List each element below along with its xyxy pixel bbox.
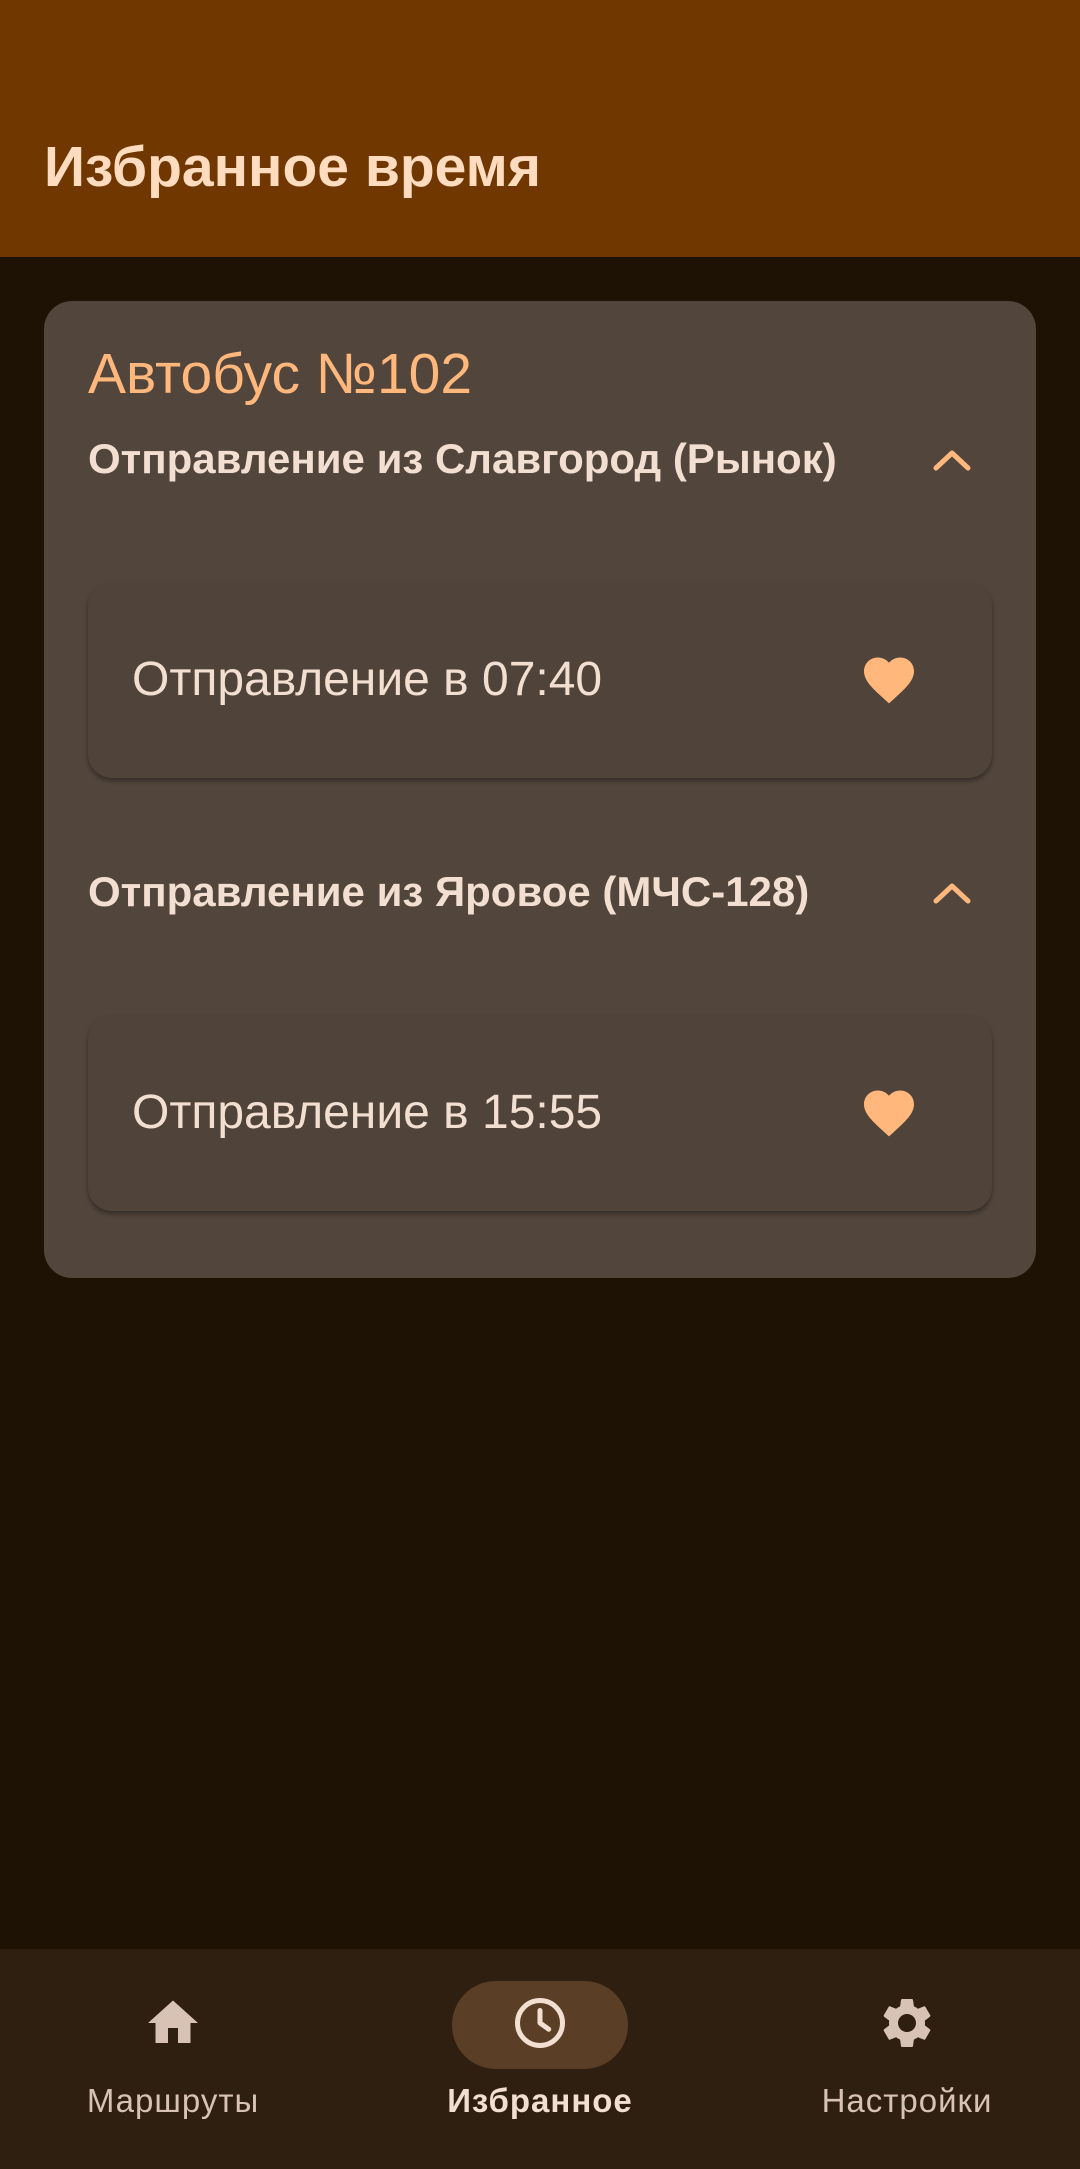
departure-time-label: Отправление в 15:55 <box>132 1086 603 1139</box>
home-icon <box>143 1993 203 2058</box>
nav-label: Настройки <box>821 2082 993 2119</box>
nav-label: Маршруты <box>86 2082 260 2119</box>
top-app-bar: Избранное время <box>0 0 1080 257</box>
nav-label: Избранное <box>447 2082 633 2119</box>
nav-item-favorites[interactable]: Избранное <box>390 1949 690 2169</box>
chevron-up-icon[interactable] <box>912 852 992 932</box>
clock-icon <box>510 1993 570 2058</box>
section-header-yarovoe[interactable]: Отправление из Яровое (МЧС-128) <box>88 852 992 932</box>
section-title: Отправление из Яровое (МЧС-128) <box>88 868 810 915</box>
nav-item-routes[interactable]: Маршруты <box>23 1949 323 2169</box>
bottom-navigation: Маршруты Избранное Настройки <box>0 1949 1080 2169</box>
route-card: Автобус №102 Отправление из Славгород (Р… <box>44 301 1036 1278</box>
chevron-up-icon[interactable] <box>912 419 992 499</box>
page-title: Избранное время <box>44 135 542 199</box>
nav-pill[interactable] <box>819 1981 995 2069</box>
section-title: Отправление из Славгород (Рынок) <box>88 435 837 482</box>
heart-icon[interactable] <box>858 650 920 710</box>
heart-icon[interactable] <box>858 1083 920 1143</box>
section-header-slavgorod[interactable]: Отправление из Славгород (Рынок) <box>88 419 992 499</box>
nav-pill-active[interactable] <box>452 1981 628 2069</box>
nav-item-settings[interactable]: Настройки <box>757 1949 1057 2169</box>
route-title: Автобус №102 <box>88 342 473 406</box>
gear-icon <box>877 1993 937 2058</box>
departure-time-card[interactable]: Отправление в 15:55 <box>88 1015 992 1211</box>
nav-pill[interactable] <box>85 1981 261 2069</box>
departure-time-card[interactable]: Отправление в 07:40 <box>88 582 992 778</box>
departure-time-label: Отправление в 07:40 <box>132 653 603 706</box>
